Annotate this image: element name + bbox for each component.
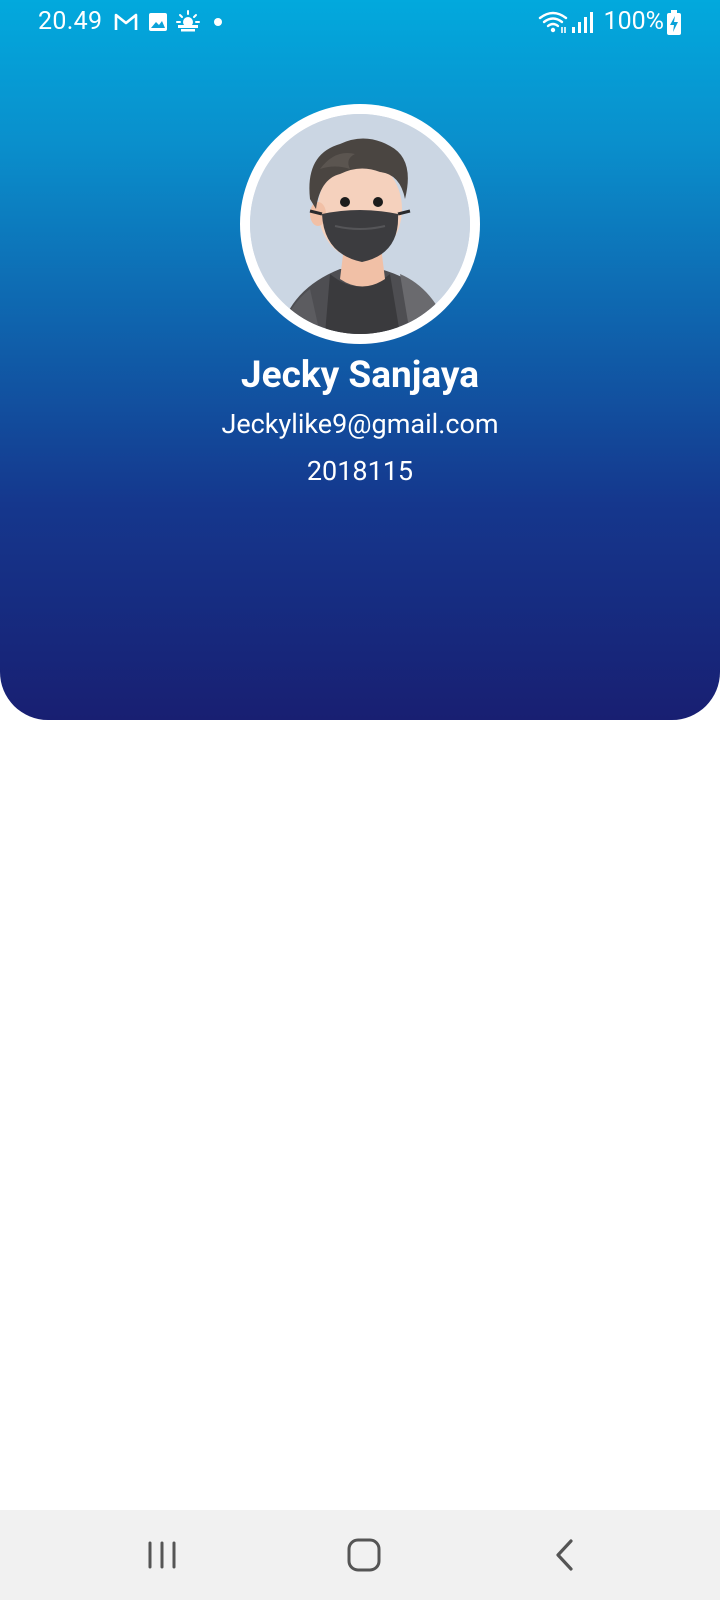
home-icon bbox=[347, 1538, 381, 1572]
battery-percentage: 100% bbox=[603, 7, 664, 36]
home-button[interactable] bbox=[339, 1530, 389, 1580]
notification-dot-icon bbox=[214, 18, 222, 26]
signal-icon bbox=[572, 12, 593, 33]
wifi-icon bbox=[538, 11, 568, 33]
weather-icon bbox=[176, 10, 200, 32]
profile-avatar[interactable] bbox=[240, 104, 480, 344]
back-icon bbox=[556, 1539, 573, 1571]
gmail-icon bbox=[114, 13, 138, 30]
profile-name: Jecky Sanjaya bbox=[240, 354, 480, 397]
profile-header: 20.49 100% Jecky Sanjaya Jeckylike9@gmai… bbox=[0, 0, 720, 720]
avatar-illustration-icon bbox=[250, 114, 470, 334]
navigation-bar bbox=[0, 1510, 720, 1600]
recent-apps-button[interactable] bbox=[137, 1530, 187, 1580]
profile-id: 2018115 bbox=[306, 455, 414, 487]
back-button[interactable] bbox=[540, 1530, 590, 1580]
battery-charging-icon bbox=[667, 10, 681, 35]
recent-apps-icon bbox=[148, 1541, 176, 1569]
gallery-icon bbox=[149, 13, 167, 31]
status-time: 20.49 bbox=[38, 7, 103, 36]
profile-email: Jeckylike9@gmail.com bbox=[221, 408, 499, 440]
status-bar: 20.49 100% bbox=[0, 0, 720, 48]
